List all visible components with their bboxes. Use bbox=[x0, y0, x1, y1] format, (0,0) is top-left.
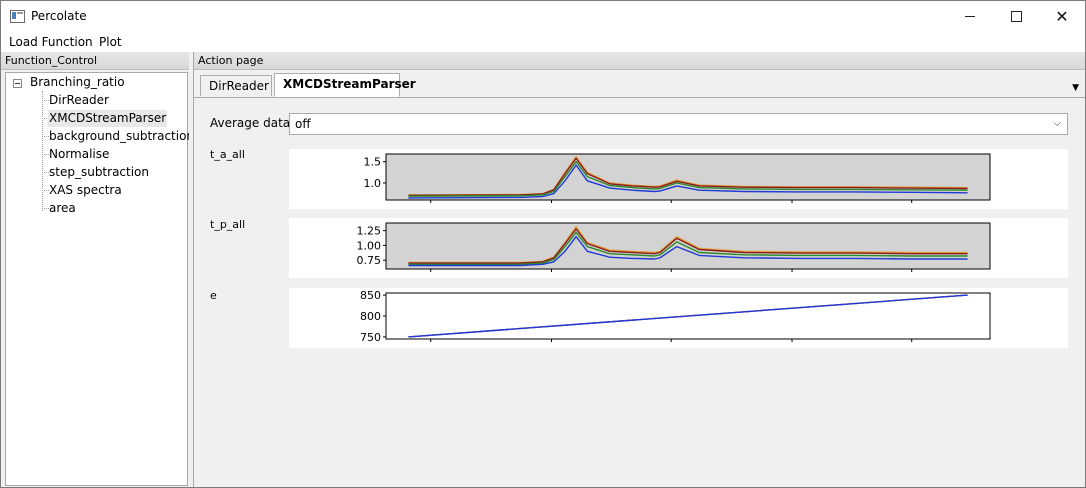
minimize-icon bbox=[965, 16, 975, 17]
y-tick-label: 1.5 bbox=[364, 156, 382, 169]
y-tick-label: 1.25 bbox=[357, 225, 382, 238]
tab-content: Average data off ⌵ t_a_all 1.5 1.0 t_p_al… bbox=[194, 98, 1085, 487]
y-tick-label: 0.75 bbox=[357, 254, 382, 267]
tab-list-dropdown-icon[interactable]: ▼ bbox=[1072, 83, 1079, 93]
y-tick-label: 800 bbox=[360, 310, 381, 323]
tree-root-branching-ratio[interactable]: Branching_ratio bbox=[30, 75, 125, 89]
tree-item-label: background_subtraction bbox=[49, 129, 195, 143]
tree-item-label: area bbox=[49, 201, 76, 215]
chart-t-a-all: 1.5 1.0 bbox=[364, 153, 991, 203]
y-tick-label: 850 bbox=[360, 289, 381, 302]
plot-e: 850 800 750 bbox=[289, 288, 1068, 348]
tab-bar: DirReader XMCDStreamParser ▼ bbox=[194, 71, 1085, 98]
close-button[interactable]: ✕ bbox=[1039, 1, 1085, 32]
tree-item-label: Normalise bbox=[49, 147, 110, 161]
title-bar: Percolate ✕ bbox=[1, 1, 1085, 32]
chart-e: 850 800 750 bbox=[360, 289, 991, 344]
plot-label-e: e bbox=[210, 289, 217, 302]
chevron-down-icon: ⌵ bbox=[1053, 118, 1061, 129]
average-data-value: off bbox=[295, 117, 311, 131]
function-tree[interactable]: Branching_ratio DirReader XMCDStreamParse… bbox=[5, 72, 194, 486]
plot-t-p-all: 1.25 1.00 0.75 bbox=[289, 218, 1068, 278]
menu-load-function[interactable]: Load Function bbox=[9, 35, 93, 49]
y-tick-label: 1.00 bbox=[357, 239, 382, 252]
maximize-button[interactable] bbox=[993, 1, 1039, 32]
action-page-panel: Action page DirReader XMCDStreamParser ▼… bbox=[193, 52, 1085, 487]
app-window: Percolate ✕ Load Function Plot Function_… bbox=[0, 0, 1086, 488]
function-control-header: Function_Control bbox=[1, 52, 189, 70]
plot-area bbox=[385, 153, 991, 201]
window-title: Percolate bbox=[31, 9, 87, 23]
average-data-select[interactable]: off ⌵ bbox=[289, 113, 1068, 135]
function-control-panel: Function_Control Branching_ratio DirRead… bbox=[1, 52, 194, 487]
tab-dirreader[interactable]: DirReader bbox=[200, 75, 272, 96]
tree-connector-line bbox=[42, 91, 43, 211]
y-tick-label: 750 bbox=[360, 331, 381, 344]
plot-t-a-all: 1.5 1.0 bbox=[289, 149, 1068, 209]
tab-xmcdstreamparser[interactable]: XMCDStreamParser bbox=[274, 73, 416, 97]
tree-item-label: DirReader bbox=[49, 93, 109, 107]
plot-label-t-a-all: t_a_all bbox=[210, 148, 245, 161]
menu-plot[interactable]: Plot bbox=[99, 35, 122, 49]
tree-item-label: step_subtraction bbox=[49, 165, 150, 179]
chart-t-p-all: 1.251.00 0.75 bbox=[357, 222, 991, 272]
app-icon bbox=[10, 10, 25, 23]
maximize-icon bbox=[1010, 11, 1022, 22]
tree-item-label: XMCDStreamParser bbox=[48, 110, 168, 127]
plot-label-t-p-all: t_p_all bbox=[210, 218, 246, 231]
tree-item-label: XAS spectra bbox=[49, 183, 122, 197]
action-page-header: Action page bbox=[194, 52, 1085, 70]
minimize-button[interactable] bbox=[947, 1, 993, 32]
close-icon: ✕ bbox=[1055, 7, 1069, 26]
collapse-icon[interactable] bbox=[13, 79, 22, 88]
menu-bar: Load Function Plot bbox=[1, 32, 1085, 52]
average-data-label: Average data bbox=[210, 116, 291, 130]
y-tick-label: 1.0 bbox=[364, 177, 382, 190]
